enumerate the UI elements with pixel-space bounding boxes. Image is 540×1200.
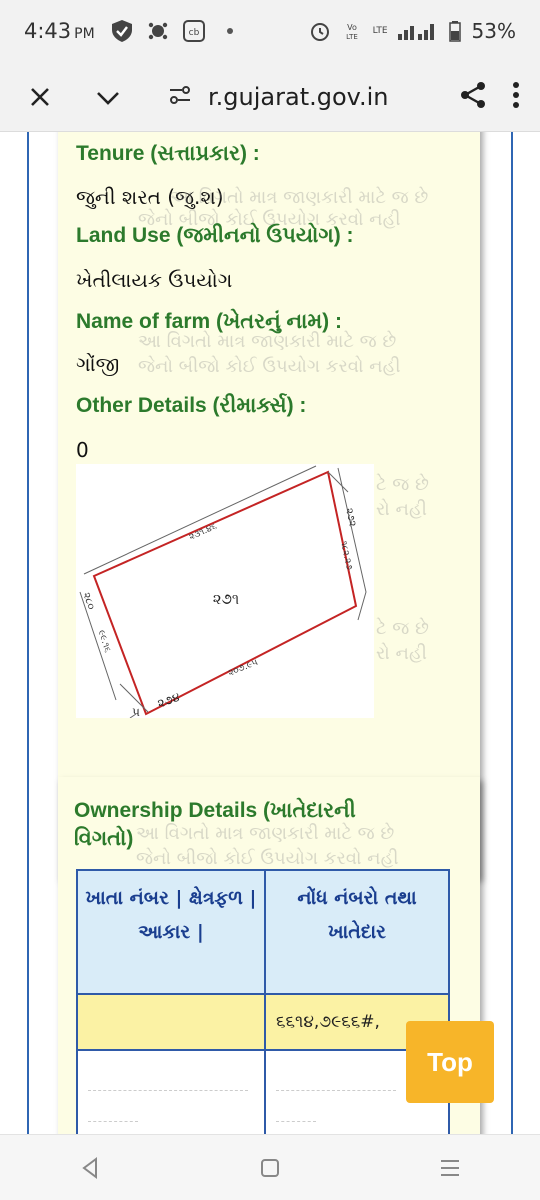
status-bar: 4:43 PM cb Vo LTE LTE 53%	[0, 0, 540, 62]
watermark-text: ટે જ છે	[376, 618, 429, 639]
more-vert-icon[interactable]	[512, 81, 520, 113]
home-icon[interactable]	[240, 1143, 300, 1193]
watermark-text: રો નહી	[376, 499, 427, 520]
edge-label-left: ૯૯.૧૬	[96, 629, 113, 654]
left-border-line	[27, 132, 29, 1134]
svg-text:LTE: LTE	[346, 33, 358, 41]
land-use-label: Land Use (જમીનનો ઉપયોગ) :	[76, 224, 354, 247]
corner-label-bottom: ૨૭૪	[156, 690, 182, 711]
table-header-row: ખાતા નંબર | ક્ષેત્રફળ | આકાર | નોંધ નંબર…	[76, 869, 450, 995]
ownership-table: ખાતા નંબર | ક્ષેત્રફળ | આકાર | નોંધ નંબર…	[76, 869, 450, 1134]
corner-label-bottom-left: પ	[132, 705, 140, 718]
column-header: ખાતા નંબર | ક્ષેત્રફળ | આકાર |	[76, 869, 266, 995]
farm-name-label: Name of farm (ખેતરનું નામ) :	[76, 310, 342, 333]
table-row: ૬૬૧૪,૭૯૬૬#,	[76, 993, 450, 1051]
url-text[interactable]: r.gujarat.gov.in	[208, 83, 389, 111]
cb-app-icon: cb	[182, 20, 205, 42]
recents-icon[interactable]	[420, 1143, 480, 1193]
land-use-value: ખેતીલાયક ઉપયોગ	[76, 268, 233, 292]
battery-icon	[448, 20, 462, 42]
alarm-icon	[309, 20, 331, 42]
network-label: LTE	[372, 26, 388, 36]
scroll-to-top-button[interactable]: Top	[406, 1021, 494, 1103]
corner-label-left: ૨૮૦	[80, 591, 96, 611]
status-time: 4:43 PM	[24, 19, 95, 43]
edge-label-bottom: ૨૦૭.૯૫	[227, 658, 260, 679]
volte-icon: Vo LTE	[341, 20, 363, 42]
address-bar[interactable]: r.gujarat.gov.in	[168, 83, 389, 111]
web-content[interactable]: Tenure (સત્તાપ્રકાર) : જુની શરત (જુ.શ) આ…	[0, 132, 540, 1134]
tenure-label: Tenure (સત્તાપ્રકાર) :	[76, 142, 260, 165]
column-header: નોંધ નંબરો તથા ખાતેદાર	[264, 869, 450, 995]
land-details-card: Tenure (સત્તાપ્રકાર) : જુની શરત (જુ.શ) આ…	[58, 132, 480, 878]
dot-icon	[219, 20, 241, 42]
land-map-image: ૨૭૧ ૨૩૧.૪૬ ૧૮૨.૨૭ ૨૦૭.૯૫ ૯૯.૧૬ ૨૭૨ ૨૮૦ ૨…	[76, 464, 374, 719]
svg-text:Vo: Vo	[347, 23, 357, 32]
tenure-value: જુની શરત (જુ.શ)	[76, 185, 224, 209]
farm-name-value: ગોંજી	[76, 352, 120, 376]
share-icon[interactable]	[460, 81, 486, 113]
browser-toolbar: r.gujarat.gov.in	[0, 62, 540, 132]
table-row	[76, 1049, 450, 1134]
site-settings-icon[interactable]	[168, 84, 192, 110]
watermark-text: રો નહી	[376, 643, 427, 664]
other-details-label: Other Details (રીમાર્ક્સ) :	[76, 394, 307, 417]
system-nav-bar	[0, 1134, 540, 1200]
plot-number: ૨૭૧	[213, 590, 240, 608]
shield-check-icon	[111, 20, 133, 42]
table-cell	[76, 993, 266, 1051]
close-icon[interactable]	[20, 77, 60, 117]
table-cell	[76, 1049, 266, 1134]
watermark-text: આ વિગતો માત્ર જાણકારી માટે જ છે	[138, 331, 397, 352]
other-details-value: 0	[76, 438, 89, 462]
back-icon[interactable]	[60, 1143, 120, 1193]
corner-label-top-right: ૨૭૨	[343, 507, 358, 528]
battery-percent: 53%	[471, 19, 516, 43]
chevron-down-icon[interactable]	[88, 77, 128, 117]
edge-label-top: ૨૩૧.૪૬	[188, 522, 219, 543]
edge-label-right: ૧૮૨.૨૭	[338, 540, 354, 570]
watermark-text: ટે જ છે	[376, 474, 429, 495]
watermark-text: જેનો બીજો કોઈ ઉપયોગ કરવો નહી	[138, 356, 401, 377]
right-border-line	[511, 132, 513, 1134]
settings-paw-icon	[147, 20, 169, 42]
signal-icon	[397, 20, 438, 42]
ownership-title: Ownership Details (ખાતેદારની વિગતો)	[74, 799, 356, 850]
svg-text:cb: cb	[188, 28, 199, 38]
